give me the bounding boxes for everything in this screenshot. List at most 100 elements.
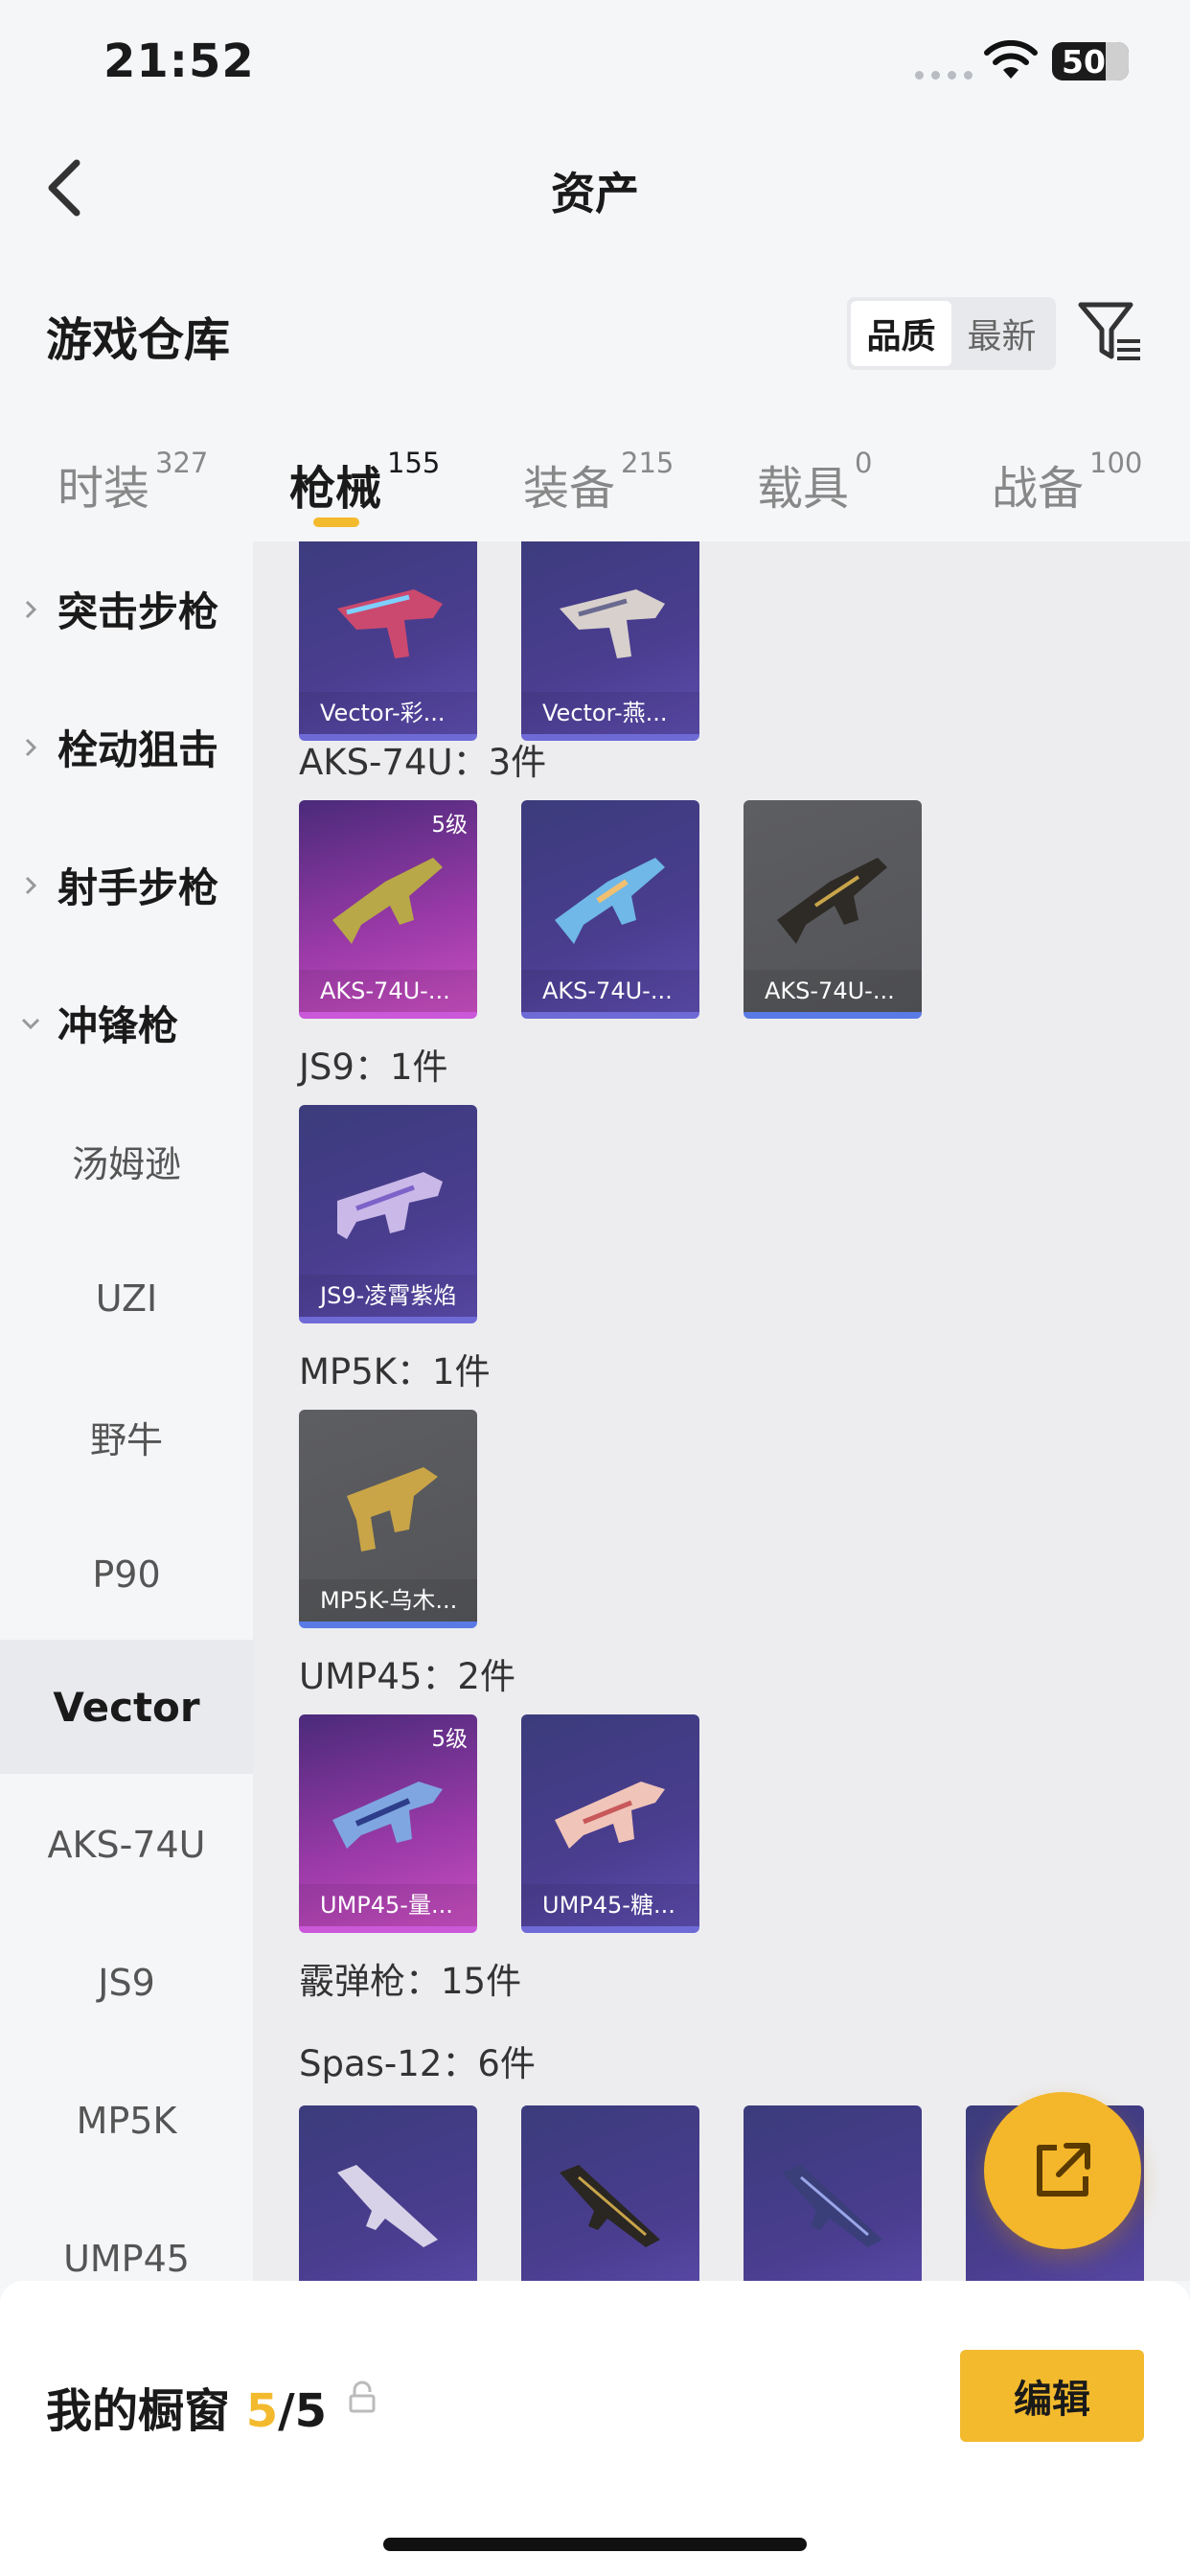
tab-label: 战备 <box>992 462 1085 516</box>
status-bar: 21:52 50 <box>0 0 1190 134</box>
showcase-bar: 我的橱窗 5/5 编辑 <box>0 2281 1190 2576</box>
ump45-skin-icon <box>332 1782 443 1849</box>
tab-firearms[interactable]: 枪械 155 <box>289 447 441 518</box>
weapon-card-name: MP5K-乌木... <box>299 1579 477 1622</box>
sidebar-item-p90[interactable]: P90 <box>0 1507 253 1642</box>
category-label-mp5k: MP5K：1件 <box>299 1351 491 1392</box>
weapon-card[interactable]: AKS-74U-... <box>521 800 699 1019</box>
sidebar-item-bizon[interactable]: 野牛 <box>0 1369 253 1504</box>
category-label-spas-12: Spas-12：6件 <box>299 2043 536 2084</box>
tab-count: 100 <box>1089 447 1143 479</box>
weapon-card[interactable]: MP5K-乌木... <box>299 1410 477 1628</box>
tab-indicator <box>313 518 359 527</box>
weapon-card-name: Vector-彩... <box>299 692 477 734</box>
weapon-card[interactable] <box>521 2105 699 2281</box>
weapon-card-name: AKS-74U-... <box>299 970 477 1012</box>
category-label-js9: JS9：1件 <box>299 1046 448 1088</box>
sidebar-group-label: 冲锋枪 <box>57 1001 179 1049</box>
spas-12-skin-icon <box>782 2165 882 2247</box>
chevron-right-icon <box>25 876 37 895</box>
aks-74u-skin-icon <box>777 858 887 944</box>
sidebar-group-marksman-rifle[interactable]: 射手步枪 <box>0 817 253 952</box>
ump45-skin-icon <box>555 1782 665 1849</box>
weapon-card[interactable]: 5级 UMP45-量... <box>299 1714 477 1933</box>
weapon-card[interactable]: 5级 AKS-74U-... <box>299 800 477 1019</box>
sidebar-item-uzi[interactable]: UZI <box>0 1231 253 1366</box>
sort-quality-option[interactable]: 品质 <box>851 301 951 366</box>
tab-count: 215 <box>621 447 675 479</box>
sidebar-group-bolt-sniper[interactable]: 栓动狙击 <box>0 679 253 814</box>
section-title: 游戏仓库 <box>46 313 231 367</box>
tab-label: 装备 <box>523 462 616 516</box>
weapon-card-name: AKS-74U-... <box>521 970 699 1012</box>
category-label-shotgun: 霰弹枪：15件 <box>299 1961 522 2002</box>
chevron-right-icon <box>25 738 37 757</box>
tab-equipment[interactable]: 装备 215 <box>523 447 675 518</box>
weapon-card-name: UMP45-糖... <box>521 1884 699 1926</box>
weapon-card-name: Vector-燕... <box>521 692 699 734</box>
showcase-count: 5 <box>245 2384 279 2438</box>
weapon-card[interactable] <box>299 2105 477 2281</box>
tab-label: 枪械 <box>289 462 382 516</box>
sort-toggle: 品质 最新 <box>847 297 1056 370</box>
weapon-card[interactable]: JS9-凌霄紫焰 <box>299 1105 477 1323</box>
category-tabs: 时装 327 枪械 155 装备 215 载具 0 战备 100 <box>0 422 1190 541</box>
weapon-card-name: UMP45-量... <box>299 1884 477 1926</box>
showcase-total: /5 <box>278 2384 328 2438</box>
mp5k-skin-icon <box>347 1467 438 1552</box>
vector-skin-icon <box>560 589 665 658</box>
weapon-sidebar: 突击步枪 栓动狙击 射手步枪 冲锋枪 汤姆逊 UZI 野牛 P90 Vector… <box>0 541 253 2281</box>
filter-icon[interactable] <box>1075 297 1144 366</box>
lock-icon <box>349 2380 376 2413</box>
tab-label: 载具 <box>757 462 850 516</box>
sidebar-group-label: 突击步枪 <box>57 587 219 635</box>
sidebar-item-aks-74u[interactable]: AKS-74U <box>0 1778 253 1912</box>
weapon-card-name: JS9-凌霄紫焰 <box>299 1275 477 1317</box>
aks-74u-skin-icon <box>555 858 665 944</box>
page-title: 资产 <box>551 168 639 219</box>
spas-12-skin-icon <box>337 2165 438 2247</box>
battery-level: 50 <box>1062 42 1106 80</box>
chevron-down-icon <box>21 1018 40 1030</box>
weapon-card[interactable]: Vector-燕... <box>521 541 699 741</box>
sort-newest-option[interactable]: 最新 <box>951 301 1052 366</box>
sidebar-group-assault-rifle[interactable]: 突击步枪 <box>0 541 253 676</box>
tab-count: 327 <box>155 447 209 479</box>
weapon-card[interactable] <box>744 2105 922 2281</box>
category-label-ump45: UMP45：2件 <box>299 1656 515 1697</box>
showcase-title: 我的橱窗 <box>46 2384 231 2438</box>
js9-skin-icon <box>337 1172 443 1239</box>
tab-vehicles[interactable]: 载具 0 <box>757 447 873 518</box>
sidebar-item-js9[interactable]: JS9 <box>0 1916 253 2050</box>
sidebar-item-ump45[interactable]: UMP45 <box>0 2192 253 2281</box>
tab-count: 0 <box>855 447 873 479</box>
category-label-aks-74u: AKS-74U：3件 <box>299 742 547 783</box>
sidebar-item-vector[interactable]: Vector <box>0 1640 253 1774</box>
tab-outfit[interactable]: 时装 327 <box>57 447 209 518</box>
sidebar-group-label: 射手步枪 <box>57 863 219 911</box>
wifi-icon <box>984 40 1038 79</box>
spas-12-skin-icon <box>560 2165 660 2247</box>
signal-icon <box>915 71 973 80</box>
sidebar-group-label: 栓动狙击 <box>57 725 219 773</box>
showcase-label: 我的橱窗 5/5 <box>46 2373 327 2440</box>
battery-icon: 50 <box>1052 42 1129 80</box>
weapon-grid: Vector-彩... Vector-燕... AKS-74U：3件 5级 AK… <box>253 541 1190 2281</box>
sidebar-item-mp5k[interactable]: MP5K <box>0 2054 253 2188</box>
weapon-card[interactable]: UMP45-糖... <box>521 1714 699 1933</box>
sidebar-item-thompson[interactable]: 汤姆逊 <box>0 1093 253 1228</box>
home-indicator <box>383 2538 807 2551</box>
vector-skin-icon <box>337 589 443 658</box>
tab-count: 155 <box>387 447 441 479</box>
edit-button[interactable]: 编辑 <box>960 2350 1144 2442</box>
weapon-card[interactable]: AKS-74U-... <box>744 800 922 1019</box>
status-time: 21:52 <box>103 34 255 88</box>
sidebar-group-smg[interactable]: 冲锋枪 <box>0 955 253 1090</box>
share-icon <box>1037 2143 1090 2196</box>
share-button[interactable] <box>984 2092 1141 2249</box>
tab-supplies[interactable]: 战备 100 <box>992 447 1143 518</box>
weapon-card-name: AKS-74U-... <box>744 970 922 1012</box>
weapon-card[interactable]: Vector-彩... <box>299 541 477 741</box>
chevron-right-icon <box>25 600 37 619</box>
tab-label: 时装 <box>57 462 150 516</box>
